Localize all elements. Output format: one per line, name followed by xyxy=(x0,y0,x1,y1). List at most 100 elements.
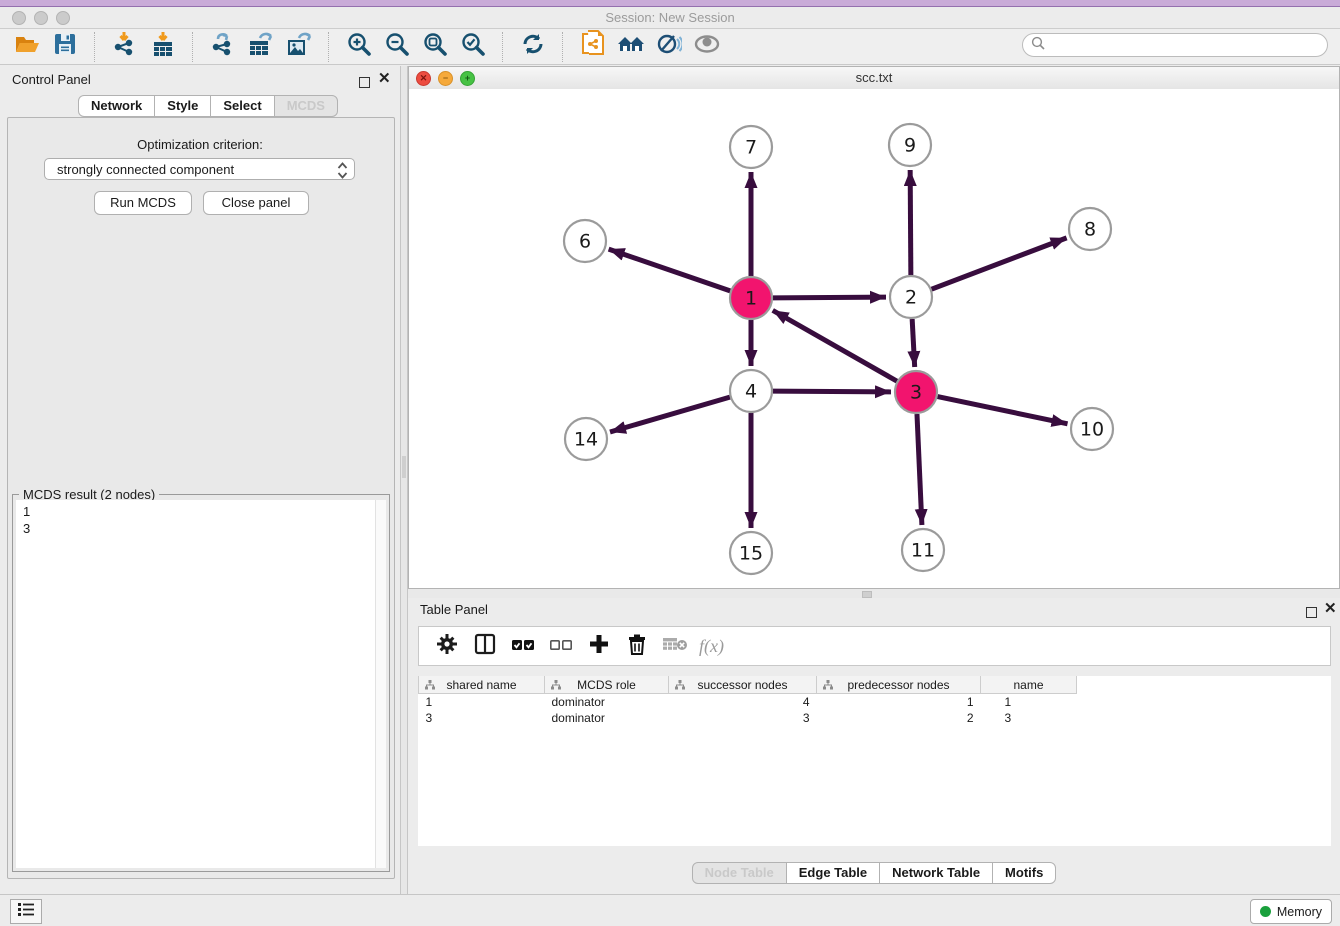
svg-text:6: 6 xyxy=(579,231,591,253)
node-table[interactable]: shared nameMCDS rolesuccessor nodesprede… xyxy=(418,676,1331,846)
export-network-icon xyxy=(210,31,236,62)
table-panel-title: Table Panel xyxy=(420,602,488,617)
mcds-result-list[interactable]: 13 xyxy=(16,500,376,868)
table-row[interactable]: 3dominator323 xyxy=(419,710,1077,726)
network-graph[interactable]: 7 9 6 8 1 2 4 3 14 10 15 11 xyxy=(409,89,1339,588)
close-panel-icon[interactable]: ✕ xyxy=(378,73,391,84)
graph-node-10[interactable]: 10 xyxy=(1071,408,1113,450)
export-image-button[interactable] xyxy=(284,32,314,62)
column-header-MCDS-role[interactable]: MCDS role xyxy=(545,676,669,694)
column-header-successor-nodes[interactable]: successor nodes xyxy=(669,676,817,694)
control-tab-network[interactable]: Network xyxy=(78,95,155,117)
control-tab-select[interactable]: Select xyxy=(210,95,274,117)
settings-gear-button[interactable] xyxy=(433,632,461,660)
graph-node-2[interactable]: 2 xyxy=(890,276,932,318)
graph-edge-2-9[interactable] xyxy=(910,170,911,275)
float-panel-icon[interactable] xyxy=(359,75,370,93)
graph-edge-4-14[interactable] xyxy=(610,397,730,432)
open-session-button[interactable] xyxy=(12,32,42,62)
run-mcds-button[interactable]: Run MCDS xyxy=(94,191,192,215)
tab-motifs[interactable]: Motifs xyxy=(992,862,1056,884)
zoom-selected-button[interactable] xyxy=(458,32,488,62)
tab-edge-table[interactable]: Edge Table xyxy=(786,862,880,884)
search-field[interactable] xyxy=(1022,33,1328,57)
toolbar-separator xyxy=(94,32,96,62)
graph-node-4[interactable]: 4 xyxy=(730,370,772,412)
memory-status-icon xyxy=(1260,906,1271,917)
graph-node-7[interactable]: 7 xyxy=(730,126,772,168)
network-window-titlebar: ✕−+ scc.txt xyxy=(409,67,1339,90)
export-network-button[interactable] xyxy=(208,32,238,62)
import-network-icon xyxy=(112,31,138,62)
svg-text:10: 10 xyxy=(1080,419,1104,441)
save-session-button[interactable] xyxy=(50,32,80,62)
close-panel-button[interactable]: Close panel xyxy=(203,191,309,215)
table-row[interactable]: 1dominator411 xyxy=(419,694,1077,711)
svg-text:11: 11 xyxy=(911,540,935,562)
refresh-layout-button[interactable] xyxy=(518,32,548,62)
column-layout-button[interactable] xyxy=(471,632,499,660)
select-all-columns-button[interactable] xyxy=(509,632,537,660)
column-header-shared-name[interactable]: shared name xyxy=(419,676,545,694)
graph-node-3[interactable]: 3 xyxy=(895,371,937,413)
graph-node-6[interactable]: 6 xyxy=(564,220,606,262)
zoom-in-button[interactable] xyxy=(344,32,374,62)
optimization-criterion-select[interactable]: strongly connected component xyxy=(44,158,355,180)
status-bar: Memory xyxy=(0,894,1340,926)
hide-graphics-details-button[interactable] xyxy=(654,32,684,62)
graph-edge-1-6[interactable] xyxy=(609,249,731,291)
tab-node-table[interactable]: Node Table xyxy=(692,862,787,884)
import-table-button[interactable] xyxy=(148,32,178,62)
graph-node-15[interactable]: 15 xyxy=(730,532,772,574)
graph-node-14[interactable]: 14 xyxy=(565,418,607,460)
control-tab-mcds[interactable]: MCDS xyxy=(274,95,338,117)
table-panel: Table Panel ✕ f(x) shared nameMCDS roles… xyxy=(408,598,1340,894)
zoom-selected-icon xyxy=(460,31,486,62)
graph-edge-3-10[interactable] xyxy=(938,397,1068,424)
graph-edge-3-11[interactable] xyxy=(917,414,922,525)
network-canvas[interactable]: 7 9 6 8 1 2 4 3 14 10 15 11 xyxy=(409,89,1339,588)
delete-column-button[interactable] xyxy=(623,632,651,660)
graph-node-11[interactable]: 11 xyxy=(902,529,944,571)
zoom-out-button[interactable] xyxy=(382,32,412,62)
graph-node-1[interactable]: 1 xyxy=(730,277,772,319)
create-column-button[interactable] xyxy=(585,632,613,660)
svg-text:14: 14 xyxy=(574,429,598,451)
tab-network-table[interactable]: Network Table xyxy=(879,862,993,884)
graph-node-9[interactable]: 9 xyxy=(889,124,931,166)
select-stepper-icon xyxy=(337,162,348,179)
list-icon xyxy=(16,900,36,923)
graph-edge-4-3[interactable] xyxy=(773,391,891,392)
search-input[interactable] xyxy=(1050,37,1319,53)
function-icon: f(x) xyxy=(699,636,724,657)
clone-network-button[interactable] xyxy=(578,32,608,62)
export-image-icon xyxy=(285,31,313,62)
column-header-name[interactable]: name xyxy=(981,676,1077,694)
svg-text:9: 9 xyxy=(904,135,916,157)
mcds-result-scrollbar[interactable] xyxy=(375,500,386,868)
graph-edge-1-2[interactable] xyxy=(773,297,886,298)
column-header-predecessor-nodes[interactable]: predecessor nodes xyxy=(817,676,981,694)
import-network-button[interactable] xyxy=(110,32,140,62)
hide-graphics-icon xyxy=(656,31,682,62)
task-history-button[interactable] xyxy=(10,899,42,924)
float-table-panel-icon[interactable] xyxy=(1306,605,1317,623)
graph-edge-3-1[interactable] xyxy=(773,310,897,381)
graph-edge-2-8[interactable] xyxy=(932,238,1067,289)
control-tab-style[interactable]: Style xyxy=(154,95,211,117)
show-graphics-details-button[interactable] xyxy=(692,32,722,62)
mcds-result-group: MCDS result (2 nodes) 13 xyxy=(12,494,390,872)
gear-icon xyxy=(435,632,459,661)
memory-button[interactable]: Memory xyxy=(1250,899,1332,924)
graph-node-8[interactable]: 8 xyxy=(1069,208,1111,250)
plus-icon xyxy=(587,632,611,661)
graph-edge-2-3[interactable] xyxy=(912,319,915,367)
unselect-all-columns-button[interactable] xyxy=(547,632,575,660)
home-button[interactable] xyxy=(616,32,646,62)
vertical-splitter[interactable] xyxy=(400,66,408,894)
export-table-button[interactable] xyxy=(246,32,276,62)
svg-text:4: 4 xyxy=(745,381,757,403)
zoom-fit-button[interactable] xyxy=(420,32,450,62)
horizontal-splitter[interactable] xyxy=(408,589,1340,598)
close-table-panel-icon[interactable]: ✕ xyxy=(1324,603,1337,614)
